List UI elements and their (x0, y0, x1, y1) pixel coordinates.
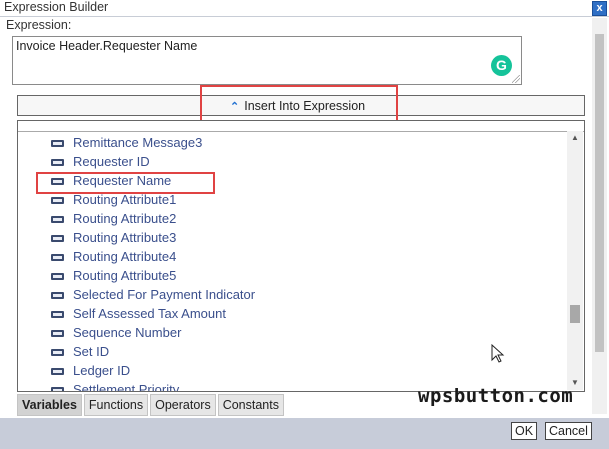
list-item[interactable]: Selected For Payment Indicator (18, 286, 566, 305)
cancel-button[interactable]: Cancel (545, 422, 592, 440)
dialog-scrollbar[interactable] (592, 18, 607, 414)
list-item[interactable]: Sequence Number (18, 324, 566, 343)
list-item-label: Routing Attribute1 (73, 192, 177, 207)
tab-strip: Variables Functions Operators Constants (17, 394, 286, 416)
variable-type-icon (51, 235, 64, 242)
ok-button[interactable]: OK (511, 422, 538, 440)
variable-type-icon (51, 292, 64, 299)
variable-type-icon (51, 159, 64, 166)
button-bar: OK Cancel (0, 418, 609, 449)
chevron-up-icon: ⌃ (230, 100, 240, 113)
expression-value: Invoice Header.Requester Name (16, 39, 198, 53)
list-scroll-thumb[interactable] (570, 305, 580, 323)
list-item-label: Settlement Priority (73, 382, 180, 392)
list-item[interactable]: Remittance Message3 (18, 134, 566, 153)
list-item-label: Remittance Message3 (73, 135, 203, 150)
resize-grip-icon[interactable] (512, 75, 520, 83)
variable-type-icon (51, 178, 64, 185)
variable-type-icon (51, 330, 64, 337)
variable-type-icon (51, 311, 64, 318)
insert-bar: ⌃ Insert Into Expression (17, 95, 585, 116)
list-scrollbar[interactable]: ▲ ▼ (567, 131, 583, 390)
watermark-text: wpsbutton.com (418, 385, 574, 407)
tab-operators[interactable]: Operators (150, 394, 216, 416)
list-item-label: Self Assessed Tax Amount (73, 306, 226, 321)
insert-into-expression-button[interactable]: ⌃ Insert Into Expression (230, 98, 365, 114)
window-title: Expression Builder (4, 0, 109, 14)
list-item-label: Routing Attribute5 (73, 268, 177, 283)
list-item-label: Routing Attribute2 (73, 211, 177, 226)
list-item-label: Ledger ID (73, 363, 131, 378)
variable-type-icon (51, 197, 64, 204)
list-header-strip (18, 121, 584, 132)
expression-textarea[interactable]: Invoice Header.Requester Name G (12, 36, 522, 85)
grammarly-icon[interactable]: G (491, 55, 512, 76)
list-item[interactable]: Routing Attribute3 (18, 229, 566, 248)
variable-type-icon (51, 254, 64, 261)
list-item[interactable]: Routing Attribute2 (18, 210, 566, 229)
tab-variables[interactable]: Variables (17, 394, 82, 416)
scroll-up-icon[interactable]: ▲ (567, 131, 583, 145)
list-item-label: Routing Attribute3 (73, 230, 177, 245)
variables-list-items: Remittance Message3 Requester ID Requester… (18, 134, 566, 392)
close-button[interactable]: x (592, 1, 607, 16)
list-item[interactable]: Routing Attribute1 (18, 191, 566, 210)
variable-type-icon (51, 387, 64, 391)
variable-type-icon (51, 273, 64, 280)
list-item[interactable]: Routing Attribute5 (18, 267, 566, 286)
variable-type-icon (51, 140, 64, 147)
list-item[interactable]: Set ID (18, 343, 566, 362)
tab-functions[interactable]: Functions (83, 394, 149, 416)
variable-type-icon (51, 216, 64, 223)
dialog-scroll-thumb[interactable] (595, 34, 604, 352)
expression-label: Expression: (6, 18, 72, 32)
mouse-cursor-icon (491, 344, 505, 363)
list-item[interactable]: Requester Name (18, 172, 566, 191)
list-item-label: Sequence Number (73, 325, 182, 340)
variable-type-icon (51, 349, 64, 356)
tab-constants[interactable]: Constants (217, 394, 284, 416)
variable-type-icon (51, 368, 64, 375)
list-item-label: Routing Attribute4 (73, 249, 177, 264)
list-item-label: Requester Name (73, 173, 172, 188)
list-item-label: Set ID (73, 344, 110, 359)
list-item[interactable]: Requester ID (18, 153, 566, 172)
insert-label: Insert Into Expression (244, 99, 366, 113)
list-item[interactable]: Self Assessed Tax Amount (18, 305, 566, 324)
list-item[interactable]: Routing Attribute4 (18, 248, 566, 267)
list-item-label: Selected For Payment Indicator (73, 287, 256, 302)
list-item[interactable]: Ledger ID (18, 362, 566, 381)
title-bar: Expression Builder x (0, 0, 609, 17)
list-item-label: Requester ID (73, 154, 150, 169)
